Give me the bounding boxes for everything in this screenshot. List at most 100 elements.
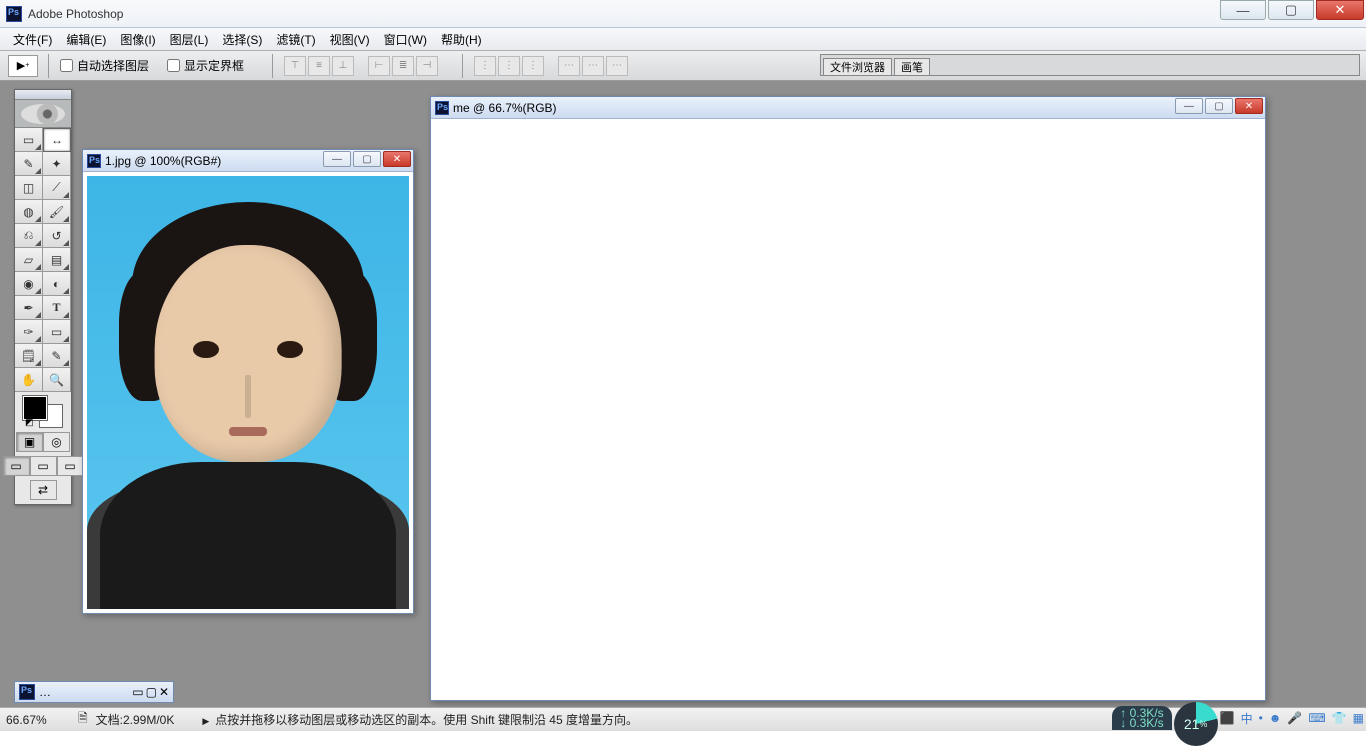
tray-icon[interactable]: ▦ xyxy=(1353,711,1364,725)
healing-tool[interactable]: ◍ xyxy=(15,200,43,224)
menu-edit[interactable]: 编辑(E) xyxy=(59,28,113,51)
app-title: Adobe Photoshop xyxy=(28,7,123,21)
document-window-1[interactable]: 1.jpg @ 100%(RGB#) — ▢ ✕ xyxy=(82,149,414,614)
menu-view[interactable]: 视图(V) xyxy=(323,28,377,51)
ime-icon[interactable]: ⬛ xyxy=(1220,711,1235,725)
screenmode-standard-button[interactable]: ▭ xyxy=(3,456,30,476)
toolbox: ▭ ↔ ✎ ✦ ◫ ⟋ ◍ 🖌 ⎌ ↺ ▱ ▤ ◉ ◐ ✒ T ✑ ▭ 🗒 ✎ … xyxy=(14,89,72,505)
auto-select-layer-input[interactable] xyxy=(60,59,73,72)
tray-icon[interactable]: ⌨ xyxy=(1308,711,1325,725)
close-button[interactable]: ✕ xyxy=(1316,0,1364,20)
tray-icon[interactable]: 👕 xyxy=(1332,711,1347,725)
align-right-icon[interactable]: ⊣ xyxy=(416,56,438,76)
toolbox-grip[interactable] xyxy=(15,90,71,100)
menu-help[interactable]: 帮助(H) xyxy=(434,28,489,51)
hand-tool[interactable]: ✋ xyxy=(15,368,43,392)
tray-icon[interactable]: • xyxy=(1259,711,1263,725)
stamp-tool[interactable]: ⎌ xyxy=(15,224,43,248)
distribute-bottom-icon[interactable]: ⋮ xyxy=(522,56,544,76)
show-bounding-box-checkbox[interactable]: 显示定界框 xyxy=(167,57,244,74)
blur-tool[interactable]: ◉ xyxy=(15,272,43,296)
doc2-canvas[interactable] xyxy=(435,123,1261,696)
distribute-top-icon[interactable]: ⋮ xyxy=(474,56,496,76)
notes-tool[interactable]: 🗒 xyxy=(15,344,43,368)
menu-file[interactable]: 文件(F) xyxy=(6,28,59,51)
type-tool[interactable]: T xyxy=(43,296,71,320)
distribute-hcenter-icon[interactable]: ⋯ xyxy=(582,56,604,76)
tray-icon[interactable]: 🎤 xyxy=(1287,711,1302,725)
align-top-icon[interactable]: ⊤ xyxy=(284,56,306,76)
minidoc-maximize-button[interactable]: ▢ xyxy=(146,685,157,699)
eye-icon xyxy=(21,104,65,124)
doc1-minimize-button[interactable]: — xyxy=(323,151,351,167)
doc2-close-button[interactable]: ✕ xyxy=(1235,98,1263,114)
menu-select[interactable]: 选择(S) xyxy=(215,28,269,51)
screenmode-full-menubar-button[interactable]: ▭ xyxy=(30,456,57,476)
distribute-right-icon[interactable]: ⋯ xyxy=(606,56,628,76)
doc1-canvas[interactable] xyxy=(87,176,409,609)
align-left-icon[interactable]: ⊢ xyxy=(368,56,390,76)
doc1-close-button[interactable]: ✕ xyxy=(383,151,411,167)
menu-image[interactable]: 图像(I) xyxy=(113,28,162,51)
align-vcenter-icon[interactable]: ≡ xyxy=(308,56,330,76)
distribute-buttons: ⋮ ⋮ ⋮ xyxy=(474,56,544,76)
brush-tool[interactable]: 🖌 xyxy=(43,200,71,224)
move-tool[interactable]: ↔ xyxy=(43,128,71,152)
menu-filter[interactable]: 滤镜(T) xyxy=(269,28,322,51)
document-window-2[interactable]: me @ 66.7%(RGB) — ▢ ✕ xyxy=(430,96,1266,701)
distribute-vcenter-icon[interactable]: ⋮ xyxy=(498,56,520,76)
palette-tab-file-browser[interactable]: 文件浏览器 xyxy=(823,58,892,75)
palette-tab-brushes[interactable]: 画笔 xyxy=(894,58,930,75)
doc2-minimize-button[interactable]: — xyxy=(1175,98,1203,114)
shape-tool[interactable]: ▭ xyxy=(43,320,71,344)
zoom-level[interactable]: 66.67% xyxy=(6,713,70,727)
toolbox-logo[interactable] xyxy=(15,100,71,128)
tray-icon[interactable]: 中 xyxy=(1241,710,1253,727)
align-hcenter-icon[interactable]: ≣ xyxy=(392,56,414,76)
minidoc-close-button[interactable]: ✕ xyxy=(159,685,169,699)
cpu-usage-widget[interactable]: 21% xyxy=(1174,702,1218,746)
magic-wand-tool[interactable]: ✦ xyxy=(43,152,71,176)
window-titlebar: Adobe Photoshop — ▢ ✕ xyxy=(0,0,1366,28)
marquee-tool[interactable]: ▭ xyxy=(15,128,43,152)
document-icon xyxy=(19,684,35,700)
tool-preset-picker[interactable]: ▶+ xyxy=(8,55,38,77)
menu-window[interactable]: 窗口(W) xyxy=(377,28,434,51)
color-swatches[interactable]: ◩ xyxy=(23,396,63,428)
default-colors-icon[interactable]: ◩ xyxy=(25,417,34,428)
separator xyxy=(48,54,54,78)
document-icon xyxy=(87,154,101,168)
menu-layer[interactable]: 图层(L) xyxy=(163,28,216,51)
document-info[interactable]: 文档:2.99M/0K xyxy=(96,711,175,728)
doc2-titlebar[interactable]: me @ 66.7%(RGB) — ▢ ✕ xyxy=(431,97,1265,119)
doc1-maximize-button[interactable]: ▢ xyxy=(353,151,381,167)
show-bounding-box-input[interactable] xyxy=(167,59,180,72)
gradient-tool[interactable]: ▤ xyxy=(43,248,71,272)
pen-tool[interactable]: ✑ xyxy=(15,320,43,344)
palette-well: 文件浏览器 画笔 xyxy=(820,54,1360,76)
distribute-left-icon[interactable]: ⋯ xyxy=(558,56,580,76)
maximize-button[interactable]: ▢ xyxy=(1268,0,1314,20)
auto-select-layer-checkbox[interactable]: 自动选择图层 xyxy=(60,57,149,74)
path-select-tool[interactable]: ✒ xyxy=(15,296,43,320)
doc2-maximize-button[interactable]: ▢ xyxy=(1205,98,1233,114)
minimized-document[interactable]: … ▭ ▢ ✕ xyxy=(14,681,174,703)
slice-tool[interactable]: ⟋ xyxy=(43,176,71,200)
jump-to-imageready-button[interactable]: ⇄ xyxy=(30,480,57,500)
eraser-tool[interactable]: ▱ xyxy=(15,248,43,272)
dodge-tool[interactable]: ◐ xyxy=(43,272,71,296)
minimize-button[interactable]: — xyxy=(1220,0,1266,20)
history-brush-tool[interactable]: ↺ xyxy=(43,224,71,248)
minidoc-restore-button[interactable]: ▭ xyxy=(132,685,143,699)
standard-mode-button[interactable]: ▣ xyxy=(16,432,43,452)
screenmode-full-button[interactable]: ▭ xyxy=(57,456,84,476)
doc1-titlebar[interactable]: 1.jpg @ 100%(RGB#) — ▢ ✕ xyxy=(83,150,413,172)
network-speed-widget[interactable]: ↑ 0.3K/s ↓ 0.3K/s xyxy=(1112,706,1171,730)
lasso-tool[interactable]: ✎ xyxy=(15,152,43,176)
align-bottom-icon[interactable]: ⊥ xyxy=(332,56,354,76)
quickmask-mode-button[interactable]: ◎ xyxy=(43,432,70,452)
eyedropper-tool[interactable]: ✎ xyxy=(43,344,71,368)
zoom-tool[interactable]: 🔍 xyxy=(43,368,71,392)
tray-icon[interactable]: ☻ xyxy=(1269,711,1282,725)
crop-tool[interactable]: ◫ xyxy=(15,176,43,200)
